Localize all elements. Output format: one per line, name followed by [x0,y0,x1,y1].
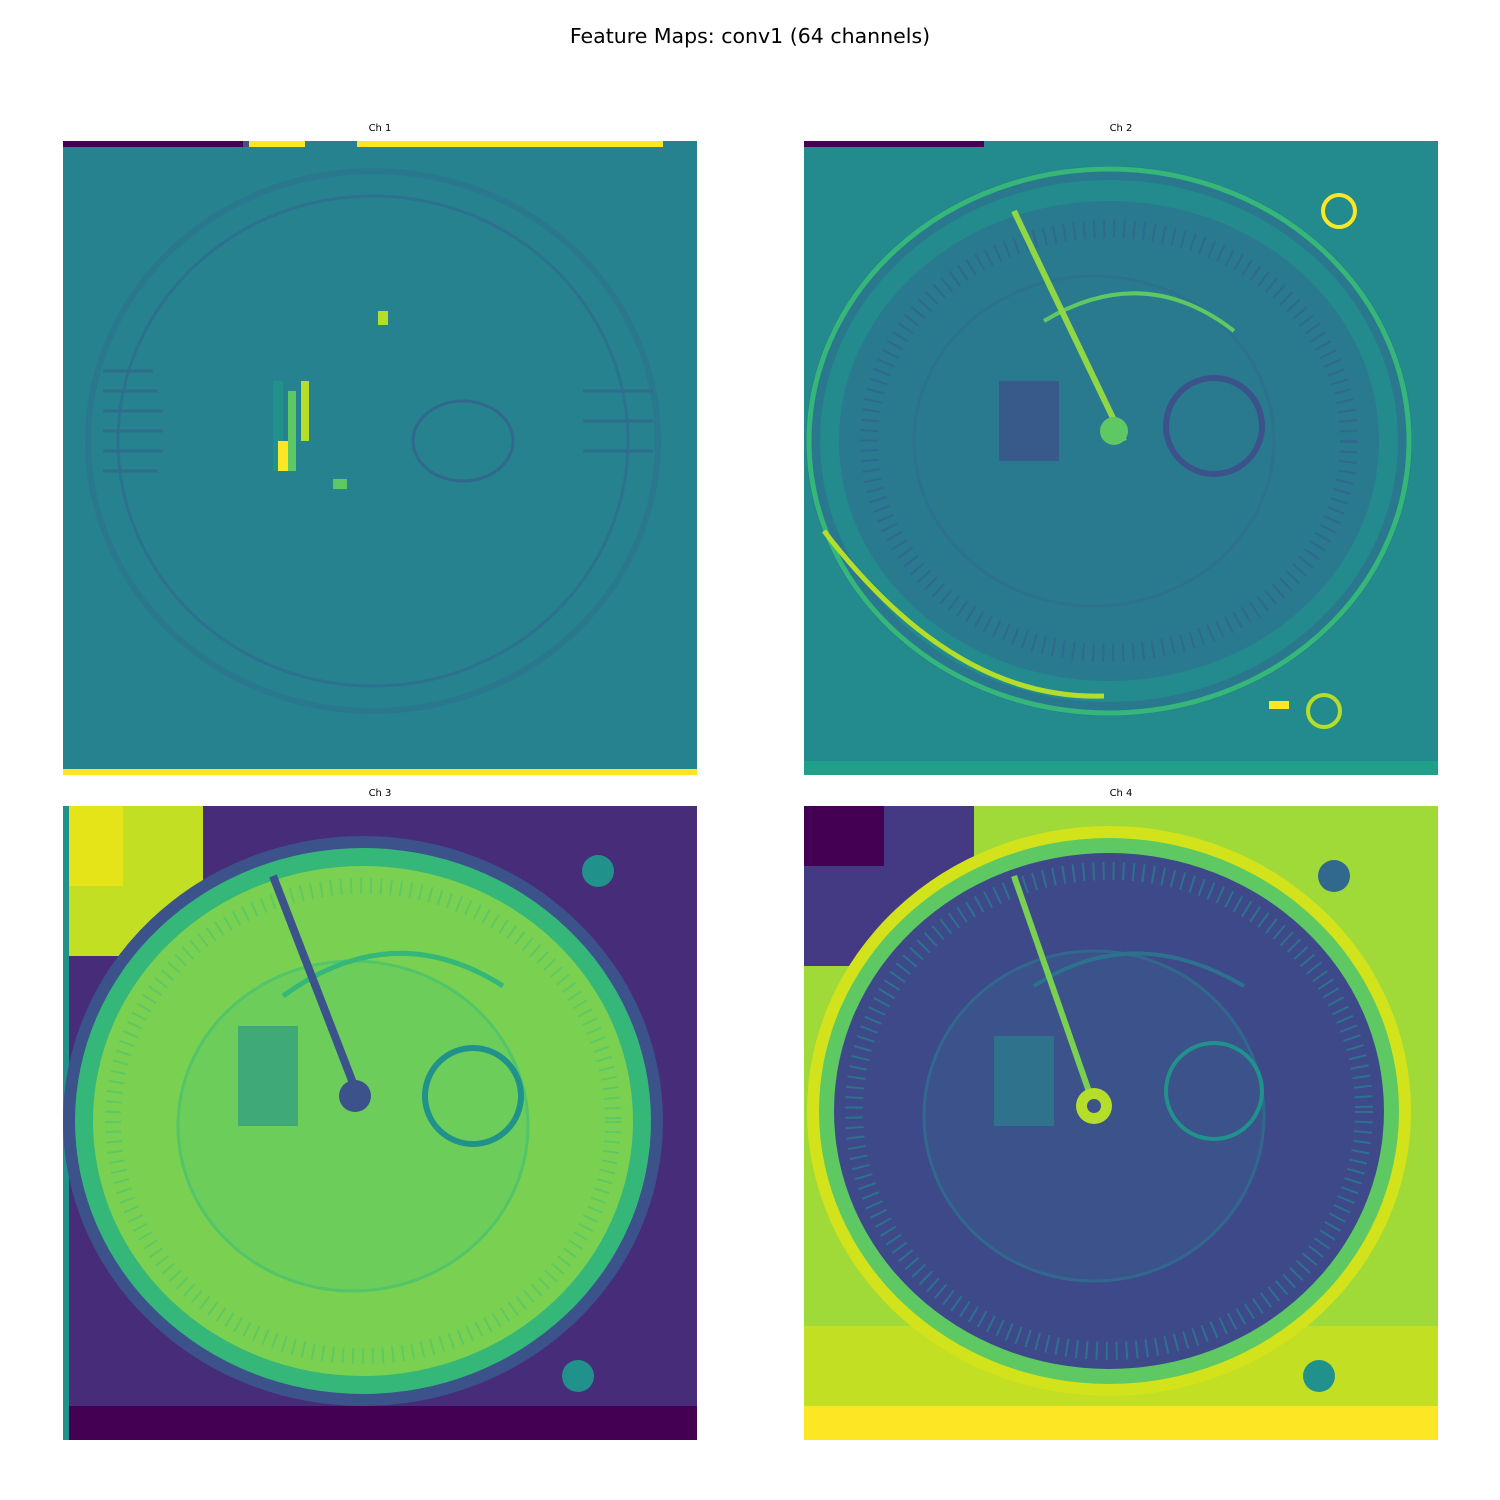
panel-title-ch1: Ch 1 [368,123,392,134]
feature-map-ch4 [804,806,1438,1440]
panel-title-ch4: Ch 4 [1109,788,1133,799]
figure-title: Feature Maps: conv1 (64 channels) [569,24,931,48]
feature-map-ch2 [804,141,1438,775]
panel-title-ch3: Ch 3 [368,788,392,799]
feature-map-ch1 [63,141,697,775]
feature-map-ch3 [63,806,697,1440]
edge-strip [63,141,243,147]
panel-title-ch2: Ch 2 [1109,123,1133,134]
